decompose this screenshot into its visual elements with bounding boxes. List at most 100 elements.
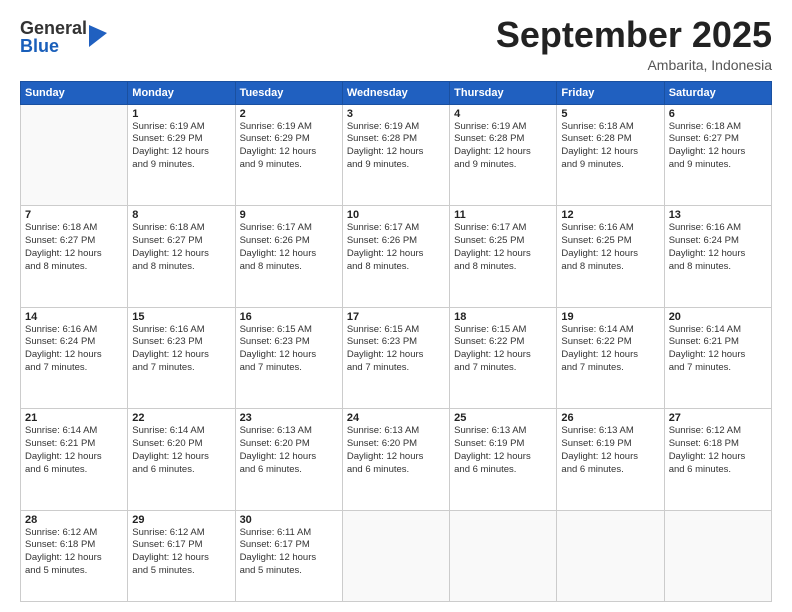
day-info: Sunrise: 6:17 AMSunset: 6:25 PMDaylight:… (454, 222, 552, 273)
calendar-week-5: 28Sunrise: 6:12 AMSunset: 6:18 PMDayligh… (21, 510, 772, 601)
calendar-cell: 1Sunrise: 6:19 AMSunset: 6:29 PMDaylight… (128, 104, 235, 206)
day-header-sunday: Sunday (21, 81, 128, 104)
calendar: SundayMondayTuesdayWednesdayThursdayFrid… (20, 81, 772, 602)
days-header-row: SundayMondayTuesdayWednesdayThursdayFrid… (21, 81, 772, 104)
calendar-cell: 8Sunrise: 6:18 AMSunset: 6:27 PMDaylight… (128, 206, 235, 308)
day-info: Sunrise: 6:18 AMSunset: 6:27 PMDaylight:… (669, 121, 767, 172)
calendar-cell: 23Sunrise: 6:13 AMSunset: 6:20 PMDayligh… (235, 409, 342, 511)
calendar-cell: 24Sunrise: 6:13 AMSunset: 6:20 PMDayligh… (342, 409, 449, 511)
day-info: Sunrise: 6:18 AMSunset: 6:27 PMDaylight:… (25, 222, 123, 273)
calendar-cell: 6Sunrise: 6:18 AMSunset: 6:27 PMDaylight… (664, 104, 771, 206)
day-number: 27 (669, 412, 767, 424)
calendar-cell: 13Sunrise: 6:16 AMSunset: 6:24 PMDayligh… (664, 206, 771, 308)
day-info: Sunrise: 6:16 AMSunset: 6:25 PMDaylight:… (561, 222, 659, 273)
day-info: Sunrise: 6:19 AMSunset: 6:28 PMDaylight:… (347, 121, 445, 172)
day-number: 24 (347, 412, 445, 424)
day-number: 19 (561, 311, 659, 323)
calendar-cell: 4Sunrise: 6:19 AMSunset: 6:28 PMDaylight… (450, 104, 557, 206)
day-header-saturday: Saturday (664, 81, 771, 104)
calendar-cell: 18Sunrise: 6:15 AMSunset: 6:22 PMDayligh… (450, 307, 557, 409)
day-info: Sunrise: 6:18 AMSunset: 6:27 PMDaylight:… (132, 222, 230, 273)
day-number: 9 (240, 209, 338, 221)
day-number: 22 (132, 412, 230, 424)
day-info: Sunrise: 6:17 AMSunset: 6:26 PMDaylight:… (240, 222, 338, 273)
day-number: 23 (240, 412, 338, 424)
day-number: 3 (347, 108, 445, 120)
day-header-thursday: Thursday (450, 81, 557, 104)
day-info: Sunrise: 6:15 AMSunset: 6:23 PMDaylight:… (240, 324, 338, 375)
day-number: 26 (561, 412, 659, 424)
day-number: 11 (454, 209, 552, 221)
day-number: 12 (561, 209, 659, 221)
day-number: 25 (454, 412, 552, 424)
day-number: 4 (454, 108, 552, 120)
day-number: 30 (240, 514, 338, 526)
day-info: Sunrise: 6:19 AMSunset: 6:29 PMDaylight:… (240, 121, 338, 172)
day-info: Sunrise: 6:14 AMSunset: 6:22 PMDaylight:… (561, 324, 659, 375)
day-number: 14 (25, 311, 123, 323)
day-info: Sunrise: 6:17 AMSunset: 6:26 PMDaylight:… (347, 222, 445, 273)
calendar-cell: 7Sunrise: 6:18 AMSunset: 6:27 PMDaylight… (21, 206, 128, 308)
day-number: 15 (132, 311, 230, 323)
day-info: Sunrise: 6:12 AMSunset: 6:18 PMDaylight:… (669, 425, 767, 476)
calendar-cell (21, 104, 128, 206)
day-header-friday: Friday (557, 81, 664, 104)
calendar-cell: 21Sunrise: 6:14 AMSunset: 6:21 PMDayligh… (21, 409, 128, 511)
day-info: Sunrise: 6:16 AMSunset: 6:23 PMDaylight:… (132, 324, 230, 375)
day-info: Sunrise: 6:16 AMSunset: 6:24 PMDaylight:… (25, 324, 123, 375)
calendar-cell (664, 510, 771, 601)
calendar-cell: 14Sunrise: 6:16 AMSunset: 6:24 PMDayligh… (21, 307, 128, 409)
day-number: 29 (132, 514, 230, 526)
calendar-cell: 9Sunrise: 6:17 AMSunset: 6:26 PMDaylight… (235, 206, 342, 308)
calendar-cell: 28Sunrise: 6:12 AMSunset: 6:18 PMDayligh… (21, 510, 128, 601)
day-number: 8 (132, 209, 230, 221)
day-number: 5 (561, 108, 659, 120)
page: General Blue September 2025 Ambarita, In… (0, 0, 792, 612)
month-title: September 2025 (496, 15, 772, 55)
day-info: Sunrise: 6:14 AMSunset: 6:21 PMDaylight:… (25, 425, 123, 476)
day-number: 16 (240, 311, 338, 323)
day-number: 20 (669, 311, 767, 323)
calendar-cell (450, 510, 557, 601)
calendar-body: 1 Sunrise: 6:19 AMSunset: 6:29 PMDaylight… (21, 104, 772, 601)
day-number: 13 (669, 209, 767, 221)
day-info: Sunrise: 6:13 AMSunset: 6:20 PMDaylight:… (347, 425, 445, 476)
title-section: September 2025 Ambarita, Indonesia (496, 15, 772, 73)
day-info: Sunrise: 6:11 AMSunset: 6:17 PMDaylight:… (240, 527, 338, 578)
day-info: Sunrise: 6:12 AMSunset: 6:18 PMDaylight:… (25, 527, 123, 578)
calendar-cell: 20Sunrise: 6:14 AMSunset: 6:21 PMDayligh… (664, 307, 771, 409)
day-number: 1 (132, 108, 230, 120)
day-number: 28 (25, 514, 123, 526)
calendar-cell: 19Sunrise: 6:14 AMSunset: 6:22 PMDayligh… (557, 307, 664, 409)
calendar-cell: 2Sunrise: 6:19 AMSunset: 6:29 PMDaylight… (235, 104, 342, 206)
calendar-cell: 11Sunrise: 6:17 AMSunset: 6:25 PMDayligh… (450, 206, 557, 308)
header: General Blue September 2025 Ambarita, In… (20, 15, 772, 73)
calendar-cell (557, 510, 664, 601)
calendar-cell: 3Sunrise: 6:19 AMSunset: 6:28 PMDaylight… (342, 104, 449, 206)
day-info: Sunrise: 6:13 AMSunset: 6:20 PMDaylight:… (240, 425, 338, 476)
calendar-cell: 26Sunrise: 6:13 AMSunset: 6:19 PMDayligh… (557, 409, 664, 511)
logo-text: General Blue (20, 19, 87, 55)
day-number: 10 (347, 209, 445, 221)
day-number: 2 (240, 108, 338, 120)
calendar-cell: 12Sunrise: 6:16 AMSunset: 6:25 PMDayligh… (557, 206, 664, 308)
location: Ambarita, Indonesia (496, 57, 772, 73)
day-info: Sunrise: 6:14 AMSunset: 6:20 PMDaylight:… (132, 425, 230, 476)
calendar-cell: 27Sunrise: 6:12 AMSunset: 6:18 PMDayligh… (664, 409, 771, 511)
calendar-week-3: 14Sunrise: 6:16 AMSunset: 6:24 PMDayligh… (21, 307, 772, 409)
day-header-tuesday: Tuesday (235, 81, 342, 104)
calendar-cell: 5Sunrise: 6:18 AMSunset: 6:28 PMDaylight… (557, 104, 664, 206)
day-number: 18 (454, 311, 552, 323)
calendar-cell: 16Sunrise: 6:15 AMSunset: 6:23 PMDayligh… (235, 307, 342, 409)
day-header-wednesday: Wednesday (342, 81, 449, 104)
calendar-cell: 22Sunrise: 6:14 AMSunset: 6:20 PMDayligh… (128, 409, 235, 511)
day-number: 17 (347, 311, 445, 323)
day-number: 7 (25, 209, 123, 221)
calendar-cell: 30Sunrise: 6:11 AMSunset: 6:17 PMDayligh… (235, 510, 342, 601)
day-header-monday: Monday (128, 81, 235, 104)
logo-icon (89, 25, 107, 47)
day-info: Sunrise: 6:13 AMSunset: 6:19 PMDaylight:… (454, 425, 552, 476)
logo: General Blue (20, 19, 107, 55)
calendar-week-1: 1 Sunrise: 6:19 AMSunset: 6:29 PMDaylight… (21, 104, 772, 206)
day-info: Sunrise: 6:19 AMSunset: 6:28 PMDaylight:… (454, 121, 552, 172)
